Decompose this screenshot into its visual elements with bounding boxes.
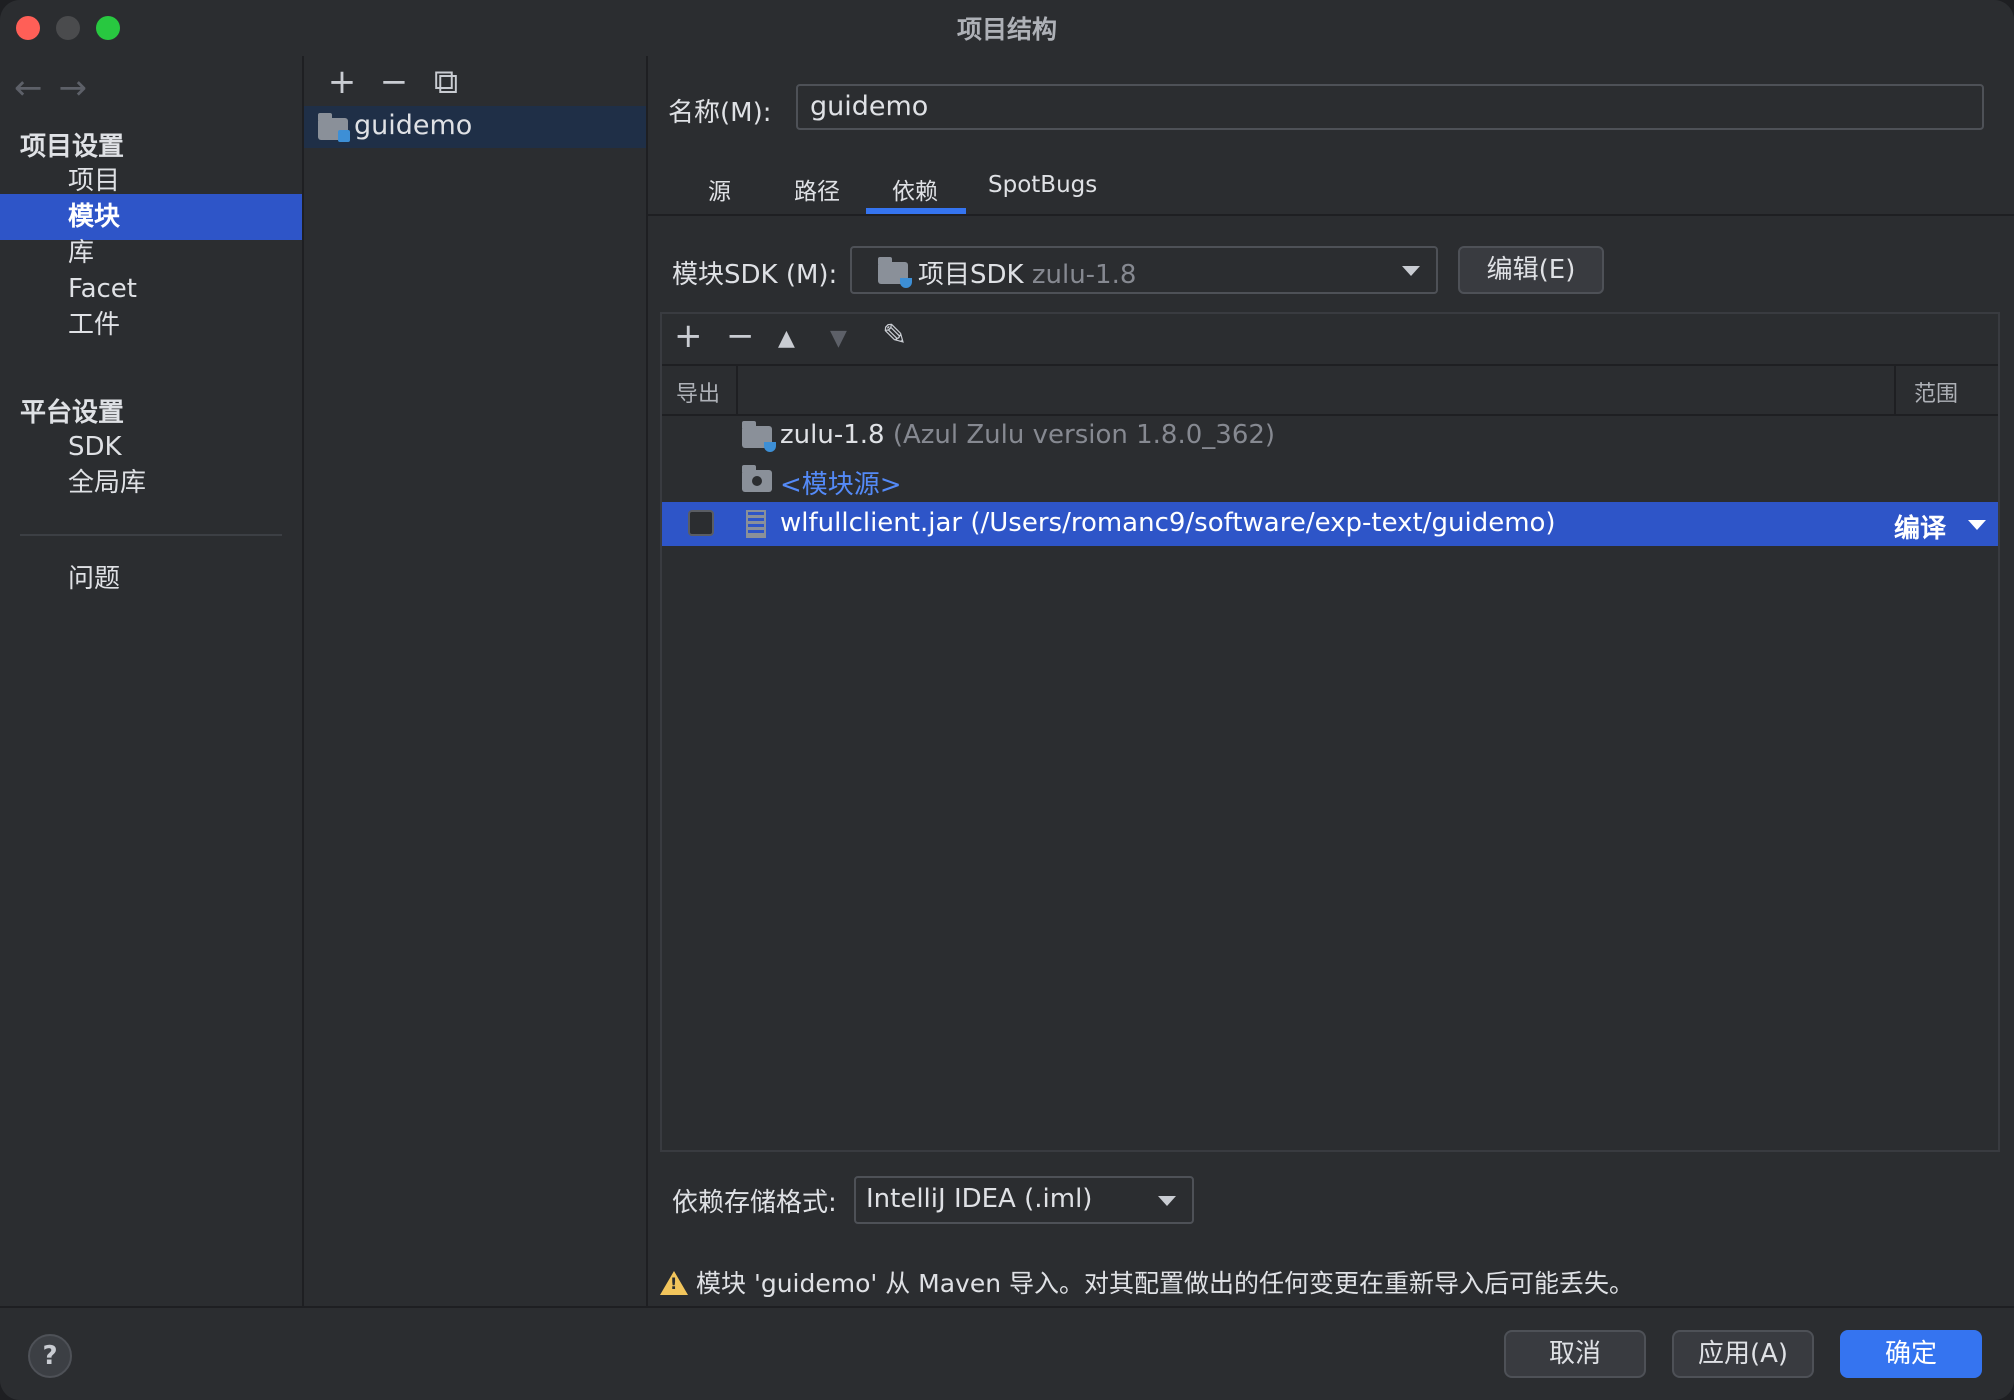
- source-folder-icon: [742, 465, 772, 492]
- chevron-down-icon[interactable]: [1968, 520, 1986, 530]
- sidebar-item-global-libraries[interactable]: 全局库: [0, 460, 302, 506]
- dependency-name: zulu-1.8 (Azul Zulu version 1.8.0_362): [780, 420, 1275, 450]
- storage-format-value: IntelliJ IDEA (.iml): [866, 1184, 1093, 1214]
- tab-spotbugs[interactable]: SpotBugs: [988, 172, 1097, 198]
- table-header: 导出 范围: [662, 364, 1998, 416]
- storage-format-dropdown[interactable]: IntelliJ IDEA (.iml): [854, 1176, 1194, 1224]
- cancel-button[interactable]: 取消: [1504, 1330, 1646, 1378]
- export-checkbox[interactable]: [688, 510, 714, 536]
- table-row[interactable]: wlfullclient.jar (/Users/romanc9/softwar…: [662, 502, 1998, 546]
- column-scope[interactable]: 范围: [1914, 376, 1958, 408]
- column-divider: [736, 366, 738, 414]
- edit-sdk-button[interactable]: 编辑(E): [1458, 246, 1604, 294]
- warning-icon: [660, 1271, 688, 1295]
- forward-arrow-icon[interactable]: →: [59, 68, 104, 108]
- ok-button[interactable]: 确定: [1840, 1330, 1982, 1378]
- sdk-value-version: zulu-1.8: [1031, 260, 1137, 290]
- name-label: 名称(M):: [668, 98, 772, 128]
- window-title: 项目结构: [956, 15, 1057, 44]
- storage-format-label: 依赖存储格式:: [672, 1188, 837, 1218]
- column-divider: [1894, 366, 1896, 414]
- apply-button[interactable]: 应用(A): [1672, 1330, 1814, 1378]
- sdk-folder-icon: [878, 257, 912, 288]
- dependencies-toolbar: + − ▲ ▼ ✎: [662, 314, 1998, 364]
- tab-dependencies[interactable]: 依赖: [892, 172, 938, 206]
- module-tabs: 源 路径 依赖 SpotBugs: [648, 156, 2014, 216]
- sdk-folder-icon: [742, 421, 776, 452]
- sdk-value-main: 项目SDK: [918, 260, 1024, 290]
- table-row[interactable]: zulu-1.8 (Azul Zulu version 1.8.0_362): [662, 414, 1998, 458]
- dependency-name: wlfullclient.jar (/Users/romanc9/softwar…: [780, 508, 1556, 538]
- move-up-icon[interactable]: ▲: [778, 326, 795, 351]
- sidebar-item-problems[interactable]: 问题: [0, 556, 302, 602]
- module-item-guidemo[interactable]: guidemo: [304, 106, 646, 148]
- tab-paths[interactable]: 路径: [794, 172, 840, 206]
- sdk-value: 项目SDK zulu-1.8: [918, 254, 1136, 291]
- help-button[interactable]: ?: [28, 1334, 72, 1378]
- module-item-label: guidemo: [354, 110, 473, 141]
- module-detail-panel: 名称(M): guidemo 源 路径 依赖 SpotBugs 模块SDK (M…: [648, 56, 2014, 1306]
- project-structure-dialog: 项目结构 ←→ 项目设置 项目 模块 库 Facet 工件 平台设置 SDK 全…: [0, 0, 2014, 1400]
- title-bar: 项目结构: [0, 0, 2014, 56]
- add-icon[interactable]: +: [316, 62, 368, 102]
- module-sdk-label: 模块SDK (M):: [672, 260, 838, 290]
- module-toolbar: + − ⧉: [316, 62, 472, 102]
- jar-archive-icon: [746, 510, 766, 538]
- column-export[interactable]: 导出: [676, 376, 720, 408]
- remove-icon[interactable]: −: [726, 316, 755, 356]
- module-list-panel: + − ⧉ guidemo: [304, 56, 648, 1306]
- copy-icon[interactable]: ⧉: [420, 62, 472, 102]
- module-source-link[interactable]: <模块源>: [780, 464, 902, 501]
- dependencies-table: + − ▲ ▼ ✎ 导出 范围 zulu-1.8 (Azul Zulu vers…: [660, 312, 2000, 1152]
- scope-dropdown[interactable]: 编译: [1894, 508, 1946, 545]
- back-arrow-icon[interactable]: ←: [14, 68, 59, 108]
- settings-sidebar: ←→ 项目设置 项目 模块 库 Facet 工件 平台设置 SDK 全局库 问题: [0, 56, 304, 1306]
- move-down-icon[interactable]: ▼: [830, 326, 847, 351]
- sidebar-item-artifacts[interactable]: 工件: [0, 302, 302, 348]
- dependency-detail: (Azul Zulu version 1.8.0_362): [892, 420, 1276, 450]
- module-name-input[interactable]: guidemo: [796, 84, 1984, 130]
- add-icon[interactable]: +: [674, 316, 703, 356]
- dialog-footer: ? 取消 应用(A) 确定: [0, 1306, 2014, 1400]
- remove-icon[interactable]: −: [368, 62, 420, 102]
- history-navigation: ←→: [14, 68, 103, 108]
- chevron-down-icon: [1402, 266, 1420, 276]
- chevron-down-icon: [1158, 1196, 1176, 1206]
- warning-text: 模块 'guidemo' 从 Maven 导入。对其配置做出的任何变更在重新导入…: [696, 1269, 1635, 1298]
- sidebar-divider: [20, 534, 282, 536]
- active-tab-indicator: [866, 208, 966, 214]
- module-folder-icon: [318, 113, 350, 142]
- table-row[interactable]: <模块源>: [662, 458, 1998, 502]
- tab-sources[interactable]: 源: [708, 172, 731, 206]
- dependency-label: zulu-1.8: [780, 420, 885, 450]
- module-sdk-dropdown[interactable]: 项目SDK zulu-1.8: [850, 246, 1438, 294]
- edit-pencil-icon[interactable]: ✎: [882, 318, 907, 353]
- maven-import-warning: 模块 'guidemo' 从 Maven 导入。对其配置做出的任何变更在重新导入…: [660, 1264, 1634, 1300]
